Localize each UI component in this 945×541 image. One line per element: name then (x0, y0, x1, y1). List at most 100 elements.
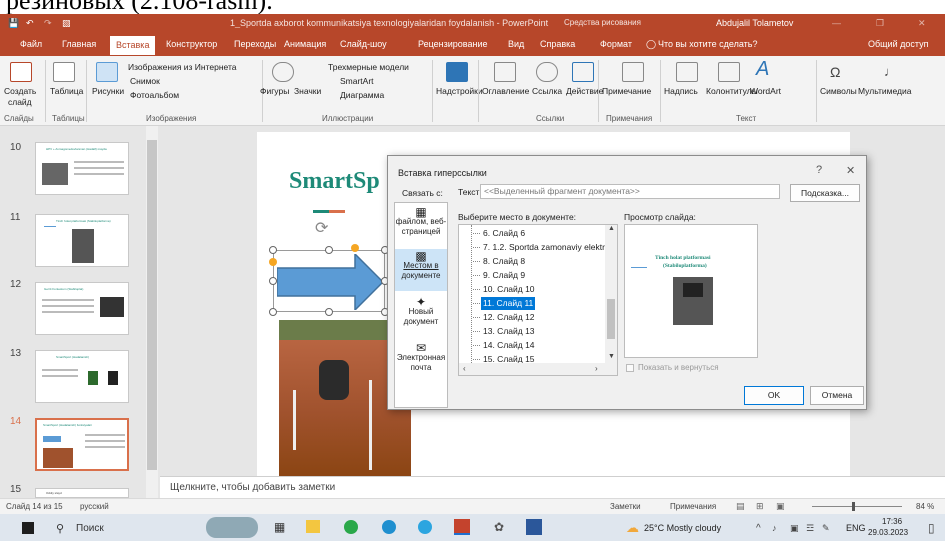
slide-thumbnail-11[interactable]: Tinch holat platformasi (Stabiloplatform… (35, 214, 129, 267)
slide-thumbnail-14[interactable]: SmartSport (Hadalanish) funksiyalari (35, 418, 129, 471)
show-return-checkbox[interactable] (626, 364, 634, 372)
tab-file[interactable]: Файл (20, 39, 42, 49)
online-pictures-button[interactable]: Изображения из Интернета (128, 62, 237, 72)
volume-icon[interactable]: ♪ (772, 523, 777, 533)
shapes-icon[interactable] (272, 62, 294, 82)
list-item-selected[interactable]: 11. Слайд 11 (472, 297, 536, 310)
places-hscrollbar[interactable]: ‹ › (459, 363, 617, 375)
slide-title[interactable]: SmartSp (289, 168, 380, 195)
slide-thumbnail-12[interactable]: Gerrit Fontestum (Stabiloplat) (35, 282, 129, 335)
search-highlight-icon[interactable] (206, 517, 258, 538)
screenshot-button[interactable]: Снимок (130, 76, 160, 86)
pen-icon[interactable]: ✎ (822, 523, 830, 534)
comment-icon[interactable] (622, 62, 644, 82)
slide-thumbnail-15[interactable]: Oddiy slayd (35, 488, 129, 498)
save-icon[interactable]: 💾 (8, 18, 19, 29)
tab-help[interactable]: Справка (540, 39, 575, 49)
undo-icon[interactable]: ↶ (26, 18, 34, 29)
cancel-button[interactable]: Отмена (810, 386, 864, 405)
close-dialog-button[interactable]: ✕ (846, 164, 855, 177)
close-window-icon[interactable]: ✕ (918, 18, 926, 29)
clock-time[interactable]: 17:36 (882, 517, 902, 526)
minimize-icon[interactable]: — (832, 18, 841, 28)
addins-icon[interactable] (446, 62, 468, 82)
input-language[interactable]: ENG (846, 523, 866, 533)
notes-placeholder[interactable]: Щелкните, чтобы добавить заметки (170, 482, 335, 493)
windows-start-icon[interactable] (22, 522, 34, 534)
wordart-button[interactable]: WordArt (750, 86, 781, 96)
resize-handle[interactable] (325, 246, 333, 254)
pictures-button[interactable]: Рисунки (92, 86, 124, 96)
slide-thumbnail-10[interactable]: HPV + Axmagomedovlanman (Hadalf) mayda (35, 142, 129, 195)
user-name[interactable]: Abdujalil Tolametov (716, 18, 793, 28)
thumbnail-scroll-thumb[interactable] (147, 140, 157, 470)
weather-text[interactable]: 25°C Mostly cloudy (644, 523, 721, 533)
textbox-button[interactable]: Надпись (664, 86, 698, 96)
edge-icon[interactable] (382, 520, 396, 534)
ok-button[interactable]: OK (744, 386, 804, 405)
list-item[interactable]: 10. Слайд 10 (473, 283, 537, 296)
search-icon[interactable]: ⚲ (56, 522, 64, 535)
textbox-icon[interactable] (676, 62, 698, 82)
media-icon[interactable]: ♩ (884, 64, 897, 79)
adjust-handle[interactable] (351, 244, 359, 252)
list-item[interactable]: 7. 1.2. Sportda zamonaviy elektr (473, 241, 607, 254)
link-place-in-document[interactable]: ▩ Местом в документе (395, 249, 447, 291)
link-email[interactable]: ✉ Электронная почта (395, 342, 447, 383)
resize-handle[interactable] (269, 246, 277, 254)
addins-button[interactable]: Надстройки (436, 86, 483, 96)
right-arrow-shape[interactable] (277, 254, 385, 310)
symbols-button[interactable]: Символы (820, 86, 857, 96)
action-icon[interactable] (572, 62, 594, 82)
word-taskbar-icon[interactable] (526, 519, 542, 535)
slide-thumbnail-13[interactable]: SmartSport (Hadalanish) (35, 350, 129, 403)
list-item[interactable]: 9. Слайд 9 (472, 269, 527, 282)
link-existing-file[interactable]: ▦ файлом, веб- страницей (395, 206, 447, 247)
comment-button[interactable]: Примечание (602, 86, 651, 96)
new-slide-label-1[interactable]: Создать (4, 86, 36, 96)
tab-format[interactable]: Формат (600, 39, 632, 49)
photo-album-button[interactable]: Фотоальбом (130, 90, 179, 100)
list-item[interactable]: 6. Слайд 6 (472, 227, 527, 240)
reading-view-icon[interactable]: ▣ (776, 501, 785, 512)
comments-button[interactable]: Примечания (670, 502, 716, 511)
link-button[interactable]: Ссылка (532, 86, 562, 96)
resize-handle[interactable] (269, 308, 277, 316)
table-icon[interactable] (53, 62, 75, 82)
camera-icon[interactable]: ▣ (790, 523, 799, 534)
link-icon[interactable] (536, 62, 558, 82)
slide-sorter-icon[interactable]: ⊞ (756, 501, 764, 512)
symbols-icon[interactable]: Ω (830, 64, 840, 80)
notes-pane[interactable]: Щелкните, чтобы добавить заметки (160, 476, 945, 498)
zoom-slider[interactable] (812, 506, 902, 507)
tab-animations[interactable]: Анимация (284, 39, 326, 49)
adjust-handle[interactable] (269, 258, 277, 266)
shapes-button[interactable]: Фигуры (260, 86, 289, 96)
3d-models-button[interactable]: Трехмерные модели (328, 62, 409, 72)
wordart-icon[interactable]: A (756, 58, 769, 81)
slideshow-start-icon[interactable]: ▧ (62, 18, 71, 29)
scroll-down-icon[interactable]: ▼ (608, 353, 615, 360)
tab-home[interactable]: Главная (62, 39, 96, 49)
screentip-button[interactable]: Подсказка... (790, 184, 860, 202)
clock-date[interactable]: 29.03.2023 (868, 528, 908, 537)
list-item[interactable]: 13. Слайд 13 (473, 325, 537, 338)
tell-me-input[interactable]: Что вы хотите сделать? (658, 39, 758, 49)
scroll-right-icon[interactable]: › (595, 364, 598, 373)
icons-button[interactable]: Значки (294, 86, 321, 96)
scroll-up-icon[interactable]: ▲ (608, 225, 615, 232)
share-button[interactable]: Общий доступ (868, 39, 928, 49)
new-slide-label-2[interactable]: слайд (8, 97, 32, 107)
display-text-input[interactable]: <<Выделенный фрагмент документа>> (480, 184, 780, 199)
tab-design[interactable]: Конструктор (166, 39, 217, 49)
smartart-button[interactable]: SmartArt (340, 76, 374, 86)
chrome-icon[interactable] (344, 520, 358, 534)
powerpoint-taskbar-icon[interactable] (454, 519, 470, 535)
list-item[interactable]: 12. Слайд 12 (473, 311, 537, 324)
tab-view[interactable]: Вид (508, 39, 524, 49)
tray-chevron-icon[interactable]: ^ (756, 523, 761, 534)
pictures-icon[interactable] (96, 62, 118, 82)
zoom-slider-thumb[interactable] (852, 502, 855, 511)
app-icon[interactable]: ✿ (494, 520, 504, 534)
tab-slideshow[interactable]: Слайд-шоу (340, 39, 387, 49)
